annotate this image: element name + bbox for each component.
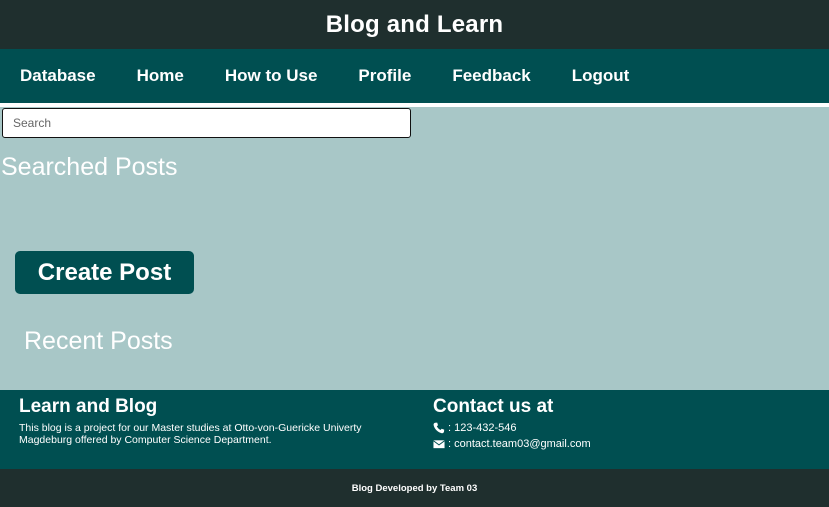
page: Blog and Learn Database Home How to Use … (0, 0, 829, 507)
recent-posts-heading: Recent Posts (24, 327, 173, 355)
nav-item-profile[interactable]: Profile (358, 66, 411, 86)
envelope-icon (433, 438, 445, 450)
main-nav: Database Home How to Use Profile Feedbac… (0, 49, 829, 103)
contact-email-text: : contact.team03@gmail.com (448, 438, 591, 450)
contact-phone: : 123-432-546 (433, 422, 813, 434)
nav-item-logout[interactable]: Logout (572, 66, 630, 86)
nav-item-how-to-use[interactable]: How to Use (225, 66, 318, 86)
nav-item-feedback[interactable]: Feedback (452, 66, 530, 86)
footer-contact-heading: Contact us at (433, 396, 554, 417)
contact-phone-text: : 123-432-546 (448, 422, 517, 434)
footer: Learn and Blog This blog is a project fo… (0, 390, 829, 469)
searched-posts-heading: Searched Posts (1, 153, 178, 181)
nav-item-database[interactable]: Database (20, 66, 96, 86)
create-post-button[interactable]: Create Post (15, 251, 194, 294)
search-input[interactable] (2, 108, 411, 138)
site-header: Blog and Learn (0, 0, 829, 49)
main-content: Searched Posts Create Post Recent Posts (0, 107, 829, 390)
footer-about-heading: Learn and Blog (19, 396, 158, 417)
phone-icon (433, 422, 445, 434)
site-title: Blog and Learn (325, 10, 504, 38)
footer-contact: Contact us at : 123-432-546 : contact.te… (433, 396, 813, 454)
nav-item-home[interactable]: Home (137, 66, 184, 86)
contact-email: : contact.team03@gmail.com (433, 438, 813, 450)
credits-bar: Blog Developed by Team 03 (0, 469, 829, 507)
footer-about: Learn and Blog This blog is a project fo… (19, 396, 409, 446)
credits-text: Blog Developed by Team 03 (351, 482, 478, 494)
footer-about-text: This blog is a project for our Master st… (19, 422, 362, 446)
